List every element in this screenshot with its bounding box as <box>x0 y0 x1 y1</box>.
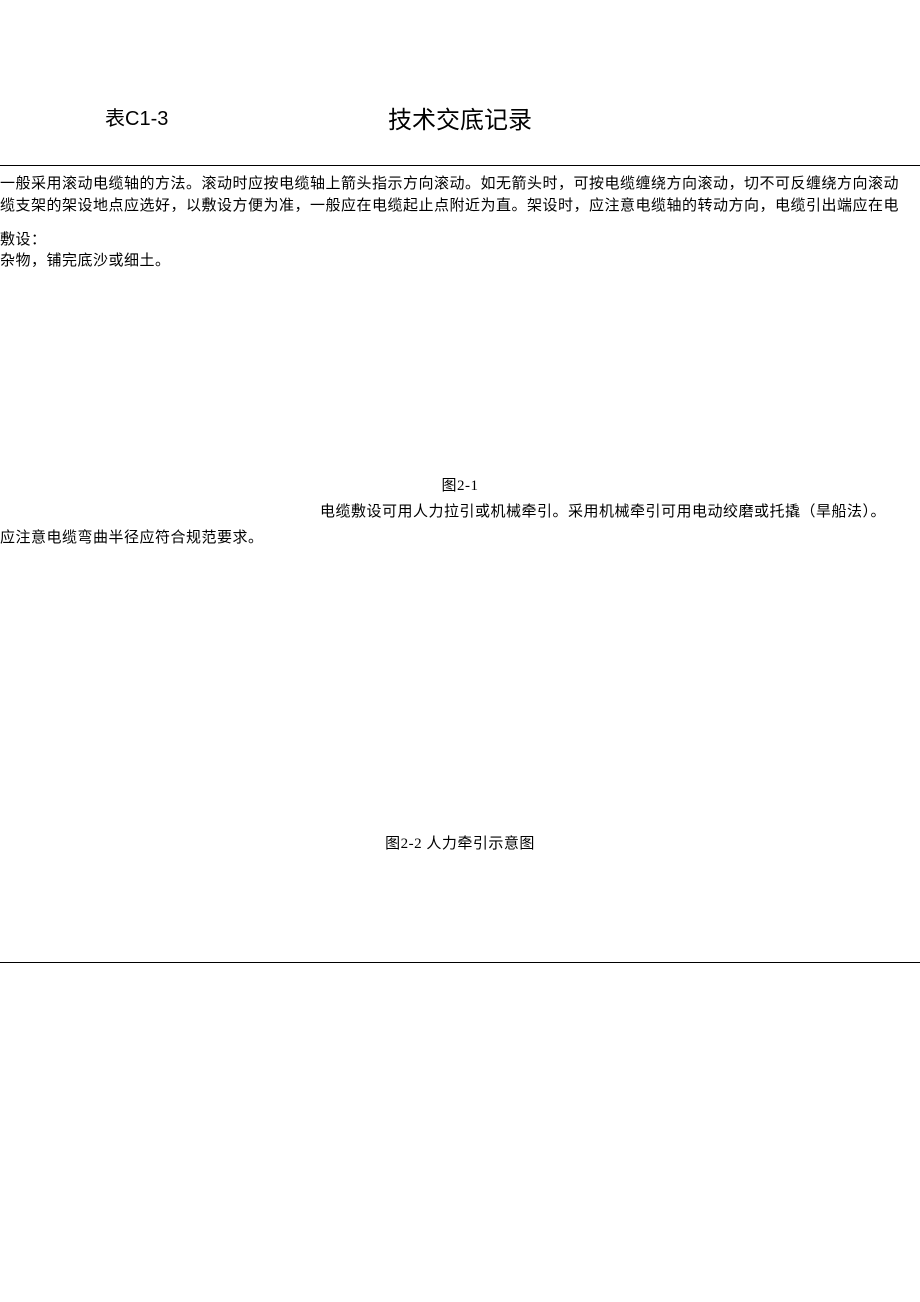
document-header: 表C1-3 技术交底记录 <box>0 0 920 145</box>
figure-caption-2: 图2-2 人力牵引示意图 <box>0 834 920 856</box>
document-body: 一般采用滚动电缆轴的方法。滚动时应按电缆轴上箭头指示方向滚动。如无箭头时，可按电… <box>0 166 920 856</box>
paragraph-5: 电缆敷设可用人力拉引或机械牵引。采用机械牵引可用电动绞磨或托撬（旱船法）。 <box>0 502 920 524</box>
paragraph-6: 应注意电缆弯曲半径应符合规范要求。 <box>0 528 920 550</box>
paragraph-3: 敷设： <box>0 230 920 252</box>
figure-caption-1: 图2-1 <box>0 476 920 498</box>
paragraph-1: 一般采用滚动电缆轴的方法。滚动时应按电缆轴上箭头指示方向滚动。如无箭头时，可按电… <box>0 174 920 196</box>
paragraph-2: 缆支架的架设地点应选好，以敷设方便为准，一般应在电缆起止点附近为直。架设时，应注… <box>0 196 920 218</box>
horizontal-rule-bottom <box>0 962 920 963</box>
table-label: 表C1-3 <box>105 102 168 131</box>
paragraph-4: 杂物，铺完底沙或细土。 <box>0 251 920 273</box>
